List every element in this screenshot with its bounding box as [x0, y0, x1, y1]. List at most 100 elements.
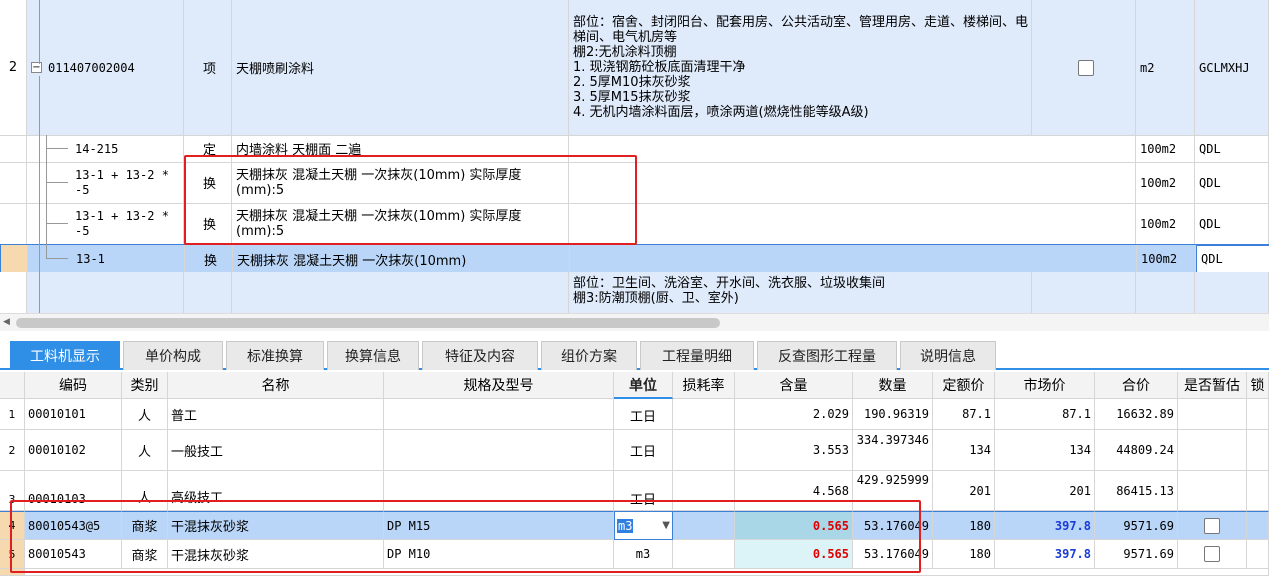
quantity-expression-input[interactable]: QDL	[1196, 245, 1269, 273]
provisional-checkbox[interactable]	[1204, 546, 1220, 562]
sub-item-type: 换	[184, 203, 232, 244]
market-price-cell[interactable]: 397.8	[995, 511, 1095, 540]
header-content[interactable]: 含量	[735, 372, 853, 399]
row-number: 1	[0, 399, 25, 430]
category-cell[interactable]: 商浆	[122, 540, 168, 569]
header-provisional[interactable]: 是否暂估	[1178, 372, 1247, 399]
content-cell[interactable]: 3.553	[735, 430, 853, 471]
table-row[interactable]: 13-1 + 13-2 * -5 换 天棚抹灰 混凝土天棚 一次抹灰(10mm)…	[0, 162, 1269, 204]
category-cell[interactable]: 人	[122, 471, 168, 511]
total-cell[interactable]: 16632.89	[1095, 399, 1178, 430]
tab-unit-price[interactable]: 单价构成	[123, 341, 223, 370]
header-market-price[interactable]: 市场价	[995, 372, 1095, 399]
scroll-left-icon[interactable]: ◀	[3, 317, 10, 327]
fixed-price-cell[interactable]: 134	[933, 430, 995, 471]
table-row[interactable]: 13-1 + 13-2 * -5 换 天棚抹灰 混凝土天棚 一次抹灰(10mm)…	[0, 203, 1269, 245]
chevron-down-icon[interactable]: ▼	[662, 520, 670, 531]
spec-cell[interactable]	[384, 430, 614, 471]
unit-cell[interactable]: 工日	[614, 430, 673, 471]
category-cell[interactable]: 人	[122, 399, 168, 430]
quantity-cell[interactable]: 53.176049	[853, 540, 933, 569]
code-cell[interactable]: 00010103	[25, 471, 122, 511]
checkbox[interactable]	[1077, 59, 1094, 76]
table-row[interactable]: 2 − 011407002004 项 天棚喷刷涂料 部位：宿舍、封闭阳台、配套用…	[0, 0, 1269, 136]
header-total[interactable]: 合价	[1095, 372, 1178, 399]
unit-cell[interactable]: 工日	[614, 399, 673, 430]
tab-reverse-lookup[interactable]: 反查图形工程量	[757, 341, 897, 370]
tree-line	[46, 258, 68, 259]
total-cell[interactable]: 86415.13	[1095, 471, 1178, 511]
name-cell[interactable]: 普工	[168, 399, 384, 430]
code-cell[interactable]: 80010543	[25, 540, 122, 569]
tab-quantity-detail[interactable]: 工程量明细	[640, 341, 754, 370]
sub-item-name: 天棚抹灰 混凝土天棚 一次抹灰(10mm) 实际厚度(mm):5	[232, 162, 569, 203]
unit-cell[interactable]: 工日	[614, 471, 673, 511]
sub-item-code: 13-1	[76, 252, 105, 266]
category-cell[interactable]: 商浆	[122, 511, 168, 540]
tab-conversion-info[interactable]: 换算信息	[327, 341, 419, 370]
spec-cell[interactable]	[384, 471, 614, 511]
header-loss-rate[interactable]: 损耗率	[673, 372, 735, 399]
quantity-cell[interactable]: 334.397346	[853, 430, 933, 471]
code-cell[interactable]: 00010101	[25, 399, 122, 430]
header-unit[interactable]: 单位	[614, 372, 673, 399]
header-fixed-price[interactable]: 定额价	[933, 372, 995, 399]
header-spec[interactable]: 规格及型号	[384, 372, 614, 399]
fixed-price-cell[interactable]: 201	[933, 471, 995, 511]
table-row-selected[interactable]: 13-1 换 天棚抹灰 混凝土天棚 一次抹灰(10mm) 100m2 QDL	[0, 244, 1269, 274]
spec-cell[interactable]	[384, 399, 614, 430]
loss-rate-cell[interactable]	[673, 511, 735, 540]
tree-line	[46, 135, 47, 258]
header-quantity[interactable]: 数量	[853, 372, 933, 399]
code-cell[interactable]: 00010102	[25, 430, 122, 471]
name-cell[interactable]: 一般技工	[168, 430, 384, 471]
tab-material[interactable]: 工料机显示	[10, 341, 120, 370]
category-cell[interactable]: 人	[122, 430, 168, 471]
tab-standard-conversion[interactable]: 标准换算	[226, 341, 324, 370]
quantity-cell[interactable]: 53.176049	[853, 511, 933, 540]
market-price-cell[interactable]: 134	[995, 430, 1095, 471]
content-cell[interactable]: 0.565	[735, 540, 853, 569]
loss-rate-cell[interactable]	[673, 540, 735, 569]
content-cell[interactable]: 0.565	[735, 511, 853, 540]
quantity-cell[interactable]: 190.96319	[853, 399, 933, 430]
table-row[interactable]: 14-215 定 内墙涂料 天棚面 二遍 100m2 QDL	[0, 135, 1269, 163]
market-price-cell[interactable]: 87.1	[995, 399, 1095, 430]
fixed-price-cell[interactable]: 180	[933, 540, 995, 569]
scrollbar-thumb[interactable]	[16, 318, 720, 328]
sub-item-code: 14-215	[75, 141, 119, 156]
name-cell[interactable]: 干混抹灰砂浆	[168, 540, 384, 569]
loss-rate-cell[interactable]	[673, 471, 735, 511]
quantity-cell[interactable]: 429.925999	[853, 471, 933, 511]
tab-features[interactable]: 特征及内容	[422, 341, 538, 370]
header-code[interactable]: 编码	[25, 372, 122, 399]
market-price-cell[interactable]: 397.8	[995, 540, 1095, 569]
unit-select[interactable]: m3 ▼	[614, 511, 673, 540]
fixed-price-cell[interactable]: 87.1	[933, 399, 995, 430]
collapse-icon[interactable]: −	[31, 62, 42, 73]
horizontal-scrollbar[interactable]: ◀	[0, 313, 1269, 331]
total-cell[interactable]: 44809.24	[1095, 430, 1178, 471]
spec-cell[interactable]: DP M15	[384, 511, 614, 540]
quantity-expression: QDL	[1195, 203, 1269, 244]
total-cell[interactable]: 9571.69	[1095, 511, 1178, 540]
header-category[interactable]: 类别	[122, 372, 168, 399]
fixed-price-cell[interactable]: 180	[933, 511, 995, 540]
header-lock[interactable]: 锁	[1247, 372, 1269, 399]
loss-rate-cell[interactable]	[673, 430, 735, 471]
header-name[interactable]: 名称	[168, 372, 384, 399]
tab-pricing-plan[interactable]: 组价方案	[541, 341, 637, 370]
name-cell[interactable]: 高级技工	[168, 471, 384, 511]
market-price-cell[interactable]: 201	[995, 471, 1095, 511]
loss-rate-cell[interactable]	[673, 399, 735, 430]
total-cell[interactable]: 9571.69	[1095, 540, 1178, 569]
code-cell[interactable]: 80010543@5	[25, 511, 122, 540]
content-cell[interactable]: 2.029	[735, 399, 853, 430]
unit-cell[interactable]: m3	[614, 540, 673, 569]
table-row[interactable]: 部位：卫生间、洗浴室、开水间、洗衣服、垃圾收集间 棚3:防潮顶棚(厨、卫、室外)	[0, 272, 1269, 313]
provisional-checkbox[interactable]	[1204, 517, 1220, 534]
content-cell[interactable]: 4.568	[735, 471, 853, 511]
name-cell[interactable]: 干混抹灰砂浆	[168, 511, 384, 540]
spec-cell[interactable]: DP M10	[384, 540, 614, 569]
tab-description[interactable]: 说明信息	[900, 341, 996, 370]
